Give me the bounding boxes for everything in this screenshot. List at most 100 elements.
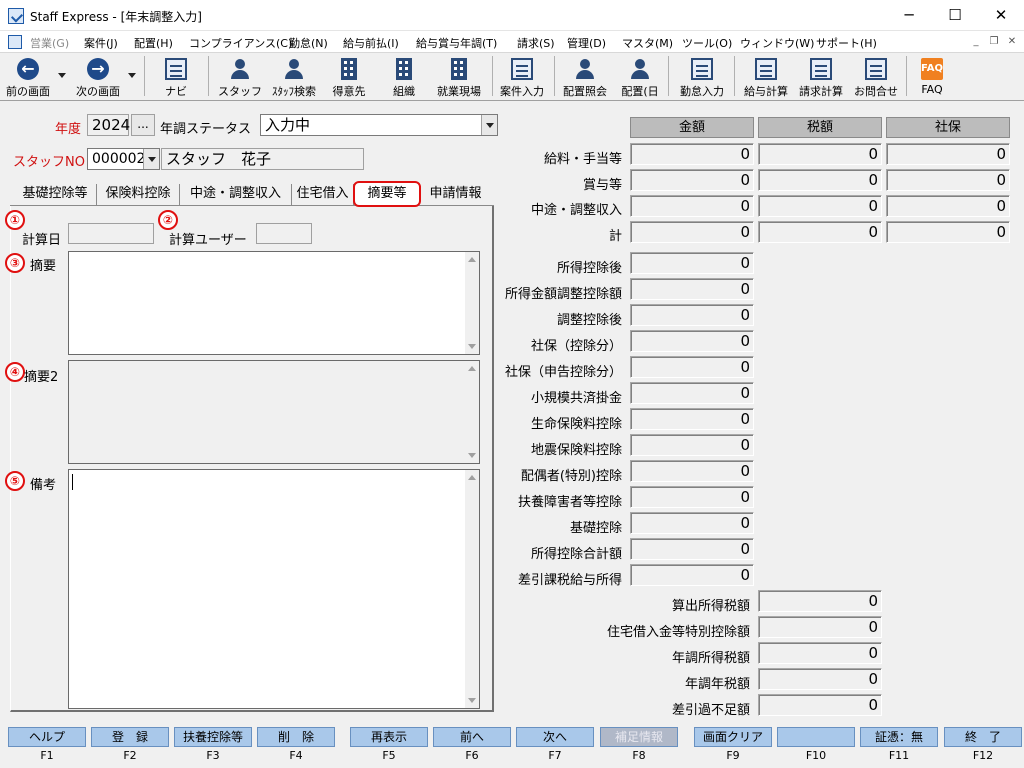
chevron-down-icon[interactable] [481, 115, 497, 135]
inquiry-label: お問合せ [854, 85, 898, 98]
menu-compliance[interactable]: コンプライアンス(C) [189, 35, 292, 51]
menu-assign[interactable]: 配置(H) [134, 35, 173, 51]
tab-housing-loan[interactable]: 住宅借入 [292, 184, 354, 206]
fkey-f4-label: F4 [289, 749, 303, 762]
staff-search-button[interactable]: ｽﾀｯﾌ検索 [272, 55, 316, 99]
next-dropdown-icon[interactable] [128, 73, 136, 78]
menu-admin[interactable]: 管理(D) [567, 35, 606, 51]
menu-billing[interactable]: 請求(S) [517, 35, 555, 51]
menu-tools[interactable]: ツール(O) [682, 35, 732, 51]
fkey-f6-label: F6 [465, 749, 479, 762]
toolbar-separator [554, 56, 555, 96]
maximize-button[interactable]: ☐ [932, 0, 978, 31]
fkey-f9-button[interactable]: 画面クリア [694, 727, 772, 747]
salary-calc-button[interactable]: 給与計算 [744, 55, 788, 99]
fkey-f3-label: F3 [206, 749, 220, 762]
calc-date-field [68, 223, 154, 244]
menu-support[interactable]: サポート(H) [816, 35, 877, 51]
org-label: 組織 [393, 85, 415, 98]
fkey-f1-button[interactable]: ヘルプ [8, 727, 86, 747]
close-button[interactable]: ✕ [978, 0, 1024, 31]
arrow-left-icon: ← [17, 58, 39, 80]
toolbar-separator [144, 56, 145, 96]
site-button[interactable]: 就業現場 [437, 55, 481, 99]
calc-date-label: 計算日 [22, 233, 62, 248]
prev-dropdown-icon[interactable] [58, 73, 66, 78]
annotation-badge-4: ④ [5, 362, 25, 382]
mdi-close-button[interactable]: ✕ [1004, 35, 1020, 49]
menu-advance-pay[interactable]: 給与前払(I) [343, 35, 399, 51]
menu-master[interactable]: マスタ(M) [622, 35, 673, 51]
minimize-button[interactable]: ─ [886, 0, 932, 31]
midway-amount: 0 [630, 195, 754, 217]
arrow-right-icon: → [87, 58, 109, 80]
row-bonus-label: 賞与等 [582, 178, 622, 193]
fkey-f2-button[interactable]: 登 録 [91, 727, 169, 747]
year-picker-button[interactable]: ... [131, 114, 155, 136]
salary-calc-icon [755, 58, 777, 80]
client-label: 得意先 [332, 85, 366, 98]
next-screen-button[interactable]: → 次の画面 [76, 55, 120, 99]
case-input-button[interactable]: 案件入力 [500, 55, 544, 99]
site-label: 就業現場 [437, 85, 481, 98]
header-amount: 金額 [630, 117, 754, 138]
fkey-f7-button[interactable]: 次へ [516, 727, 594, 747]
fkey-f6-button[interactable]: 前へ [433, 727, 511, 747]
deduction-value: 0 [630, 278, 754, 300]
total-amount: 0 [630, 221, 754, 243]
prev-screen-button[interactable]: ← 前の画面 [6, 55, 50, 99]
billing-calc-button[interactable]: 請求計算 [799, 55, 843, 99]
org-icon [396, 58, 412, 80]
tab-midway-income[interactable]: 中途・調整収入 [180, 184, 292, 206]
navi-button[interactable]: ナビ [158, 55, 194, 99]
fkey-f11-button[interactable]: 証憑：無 [860, 727, 938, 747]
fkey-f12-button[interactable]: 終 了 [944, 727, 1022, 747]
chevron-down-icon[interactable] [143, 149, 159, 169]
fkey-f8-button: 補足情報 [600, 727, 678, 747]
deduction-label: 社保（申告控除分） [504, 365, 622, 380]
header-tax: 税額 [758, 117, 882, 138]
fkey-f5-button[interactable]: 再表示 [350, 727, 428, 747]
tab-summary[interactable]: 摘要等 [353, 181, 421, 207]
fkey-f1-label: F1 [40, 749, 54, 762]
assign-inquiry-button[interactable]: 配置照会 [563, 55, 607, 99]
fkey-f10-button[interactable] [777, 727, 855, 747]
tab-insurance-deduction[interactable]: 保険料控除 [97, 184, 180, 206]
menu-case[interactable]: 案件(J) [84, 35, 118, 51]
faq-button[interactable]: FAQ FAQ [914, 55, 950, 99]
deduction-label: 地震保険料控除 [530, 443, 622, 458]
menu-window[interactable]: ウィンドウ(W) [740, 35, 814, 51]
assign-day-button[interactable]: 配置(日 [621, 55, 659, 99]
doc-icon [8, 35, 22, 49]
org-button[interactable]: 組織 [386, 55, 422, 99]
notes-textarea[interactable] [68, 469, 480, 709]
summary-textarea[interactable] [68, 251, 480, 355]
mdi-restore-button[interactable]: ❐ [986, 35, 1002, 49]
summary-label: 摘要 [30, 259, 57, 274]
year-field[interactable]: 2024 [87, 114, 130, 136]
billing-calc-label: 請求計算 [799, 85, 843, 98]
inquiry-button[interactable]: お問合せ [854, 55, 898, 99]
client-button[interactable]: 得意先 [331, 55, 367, 99]
faq-label: FAQ [921, 83, 943, 96]
deduction-value: 0 [630, 512, 754, 534]
calc-user-label: 計算ユーザー [169, 233, 247, 248]
menu-salary[interactable]: 給与賞与年調(T) [416, 35, 497, 51]
total-social-insurance: 0 [886, 221, 1010, 243]
staff-button[interactable]: スタッフ [218, 55, 262, 99]
status-select[interactable]: 入力中 [260, 114, 498, 136]
attendance-input-button[interactable]: 勤怠入力 [680, 55, 724, 99]
tax-label: 算出所得税額 [671, 599, 750, 614]
assign-day-label: 配置(日 [621, 85, 659, 98]
navi-label: ナビ [165, 85, 187, 98]
fkey-f4-button[interactable]: 削 除 [257, 727, 335, 747]
tax-label: 年調所得税額 [671, 651, 750, 666]
mdi-minimize-button[interactable]: _ [968, 35, 984, 49]
staff-no-select[interactable]: 000002 [87, 148, 160, 170]
menu-attendance[interactable]: 勤怠(N) [289, 35, 328, 51]
tab-basic-deduction[interactable]: 基礎控除等 [14, 184, 97, 206]
fkey-f3-button[interactable]: 扶養控除等 [174, 727, 252, 747]
staff-icon [229, 58, 251, 80]
site-icon [451, 58, 467, 80]
midway-social-insurance: 0 [886, 195, 1010, 217]
